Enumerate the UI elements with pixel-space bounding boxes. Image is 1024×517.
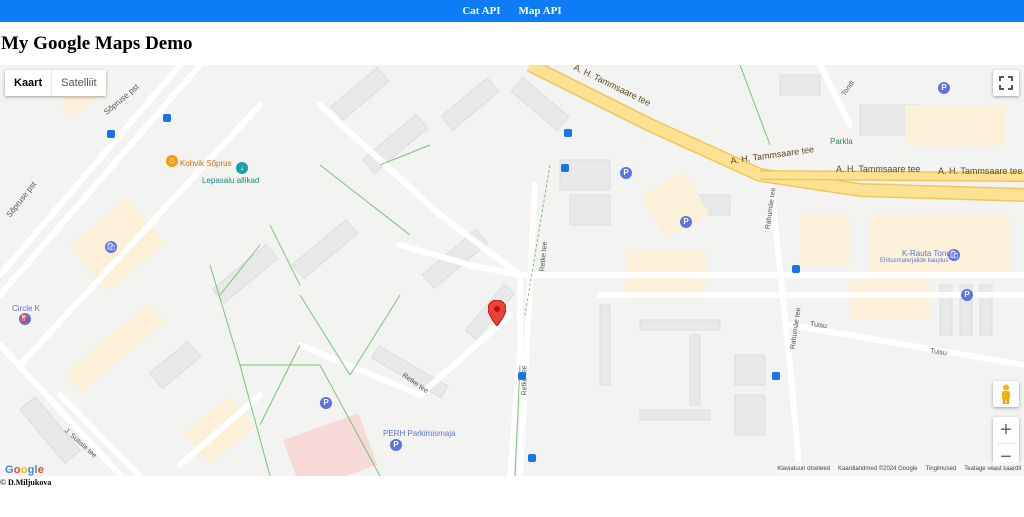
map-type-satelliit-button[interactable]: Satelliit bbox=[51, 70, 105, 96]
map-type-control: Kaart Satelliit bbox=[5, 70, 106, 96]
bus-stop-icon[interactable] bbox=[772, 372, 780, 380]
poi-label-parkla: Parkla bbox=[830, 137, 853, 146]
poi-label-perh: PERH Parkimismaja bbox=[383, 429, 456, 438]
shopping-icon[interactable]: 🛍 bbox=[948, 249, 960, 261]
google-logo[interactable]: Google bbox=[5, 464, 44, 476]
google-map[interactable]: Sõpruse pst Sõpruse pst A. H. Tammsaare … bbox=[0, 65, 1024, 476]
location-marker-icon[interactable] bbox=[488, 300, 506, 326]
report-error-link[interactable]: Teatage veast kaardil bbox=[964, 466, 1021, 472]
fullscreen-button[interactable] bbox=[993, 70, 1019, 96]
nav-link-cat-api[interactable]: Cat API bbox=[462, 5, 500, 17]
map-attribution: Klaviatuuri otseteed Kaardiandmed ©2024 … bbox=[774, 462, 1024, 476]
restaurant-icon[interactable]: ♨ bbox=[166, 155, 178, 167]
nav-link-map-api[interactable]: Map API bbox=[519, 5, 562, 17]
poi-label-krauta: K-Rauta Tondi bbox=[902, 249, 953, 258]
map-canvas[interactable] bbox=[0, 65, 1024, 476]
map-type-kaart-button[interactable]: Kaart bbox=[5, 70, 51, 96]
pegman-icon bbox=[1002, 384, 1010, 404]
fuel-icon[interactable]: ⛽ bbox=[19, 313, 31, 325]
parking-icon[interactable]: P bbox=[961, 289, 973, 301]
spring-icon[interactable]: ↓ bbox=[236, 162, 248, 174]
parking-icon[interactable]: P bbox=[680, 216, 692, 228]
bus-stop-icon[interactable] bbox=[792, 265, 800, 273]
street-label-retke-2: Retke tee bbox=[521, 365, 529, 396]
street-label-tammsaare-3: A. H. Tammsaare tee bbox=[836, 164, 921, 174]
shopping-icon[interactable]: 🛍 bbox=[105, 241, 117, 253]
poi-label-lepasalu: Lepasalu allikad bbox=[202, 176, 260, 185]
parking-icon[interactable]: P bbox=[620, 167, 632, 179]
zoom-in-button[interactable]: + bbox=[993, 417, 1019, 443]
footer-copyright: © D.Miljukova bbox=[0, 478, 52, 487]
page-title: My Google Maps Demo bbox=[1, 33, 193, 54]
parking-icon[interactable]: P bbox=[320, 397, 332, 409]
fullscreen-icon bbox=[999, 76, 1013, 90]
keyboard-shortcuts-link[interactable]: Klaviatuuri otseteed bbox=[777, 466, 830, 472]
bus-stop-icon[interactable] bbox=[528, 454, 536, 462]
bus-stop-icon[interactable] bbox=[564, 129, 572, 137]
terms-link[interactable]: Tingimused bbox=[926, 466, 957, 472]
parking-icon[interactable]: P bbox=[390, 439, 402, 451]
parking-icon[interactable]: P bbox=[938, 82, 950, 94]
bus-stop-icon[interactable] bbox=[561, 164, 569, 172]
bus-stop-icon[interactable] bbox=[107, 130, 115, 138]
top-navbar: Cat API Map API bbox=[0, 0, 1024, 22]
poi-label-kohvik: Kohvik Sõprus bbox=[180, 159, 232, 168]
bus-stop-icon[interactable] bbox=[163, 114, 171, 122]
street-label-tammsaare-4: A. H. Tammsaare tee bbox=[938, 166, 1023, 176]
map-data-text: Kaardiandmed ©2024 Google bbox=[838, 466, 918, 472]
poi-label-circle-k: Circle K bbox=[12, 304, 41, 313]
bus-stop-icon[interactable] bbox=[518, 372, 526, 380]
street-view-pegman-button[interactable] bbox=[993, 381, 1019, 407]
poi-label-krauta-sub: Ehitusmaterjalide kauplus bbox=[880, 258, 949, 264]
